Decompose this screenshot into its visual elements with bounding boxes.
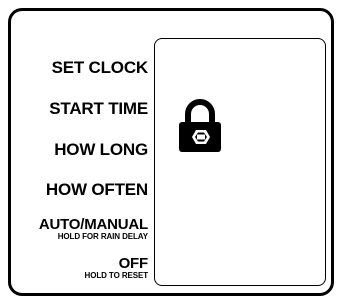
mode-labels: SET CLOCK START TIME HOW LONG HOW OFTEN … [0,0,148,308]
mode-off[interactable]: OFF HOLD TO RESET [84,255,149,280]
mode-start-time[interactable]: START TIME [49,99,148,118]
mode-sublabel: HOLD TO RESET [84,271,149,280]
mode-set-clock[interactable]: SET CLOCK [51,58,149,77]
lock-icon [179,99,221,152]
mode-label: SET CLOCK [51,58,149,77]
mode-how-long[interactable]: HOW LONG [54,140,148,159]
mode-label: AUTO/MANUAL [38,216,148,233]
mode-how-often[interactable]: HOW OFTEN [46,180,148,199]
mode-sublabel: HOLD FOR RAIN DELAY [57,232,148,241]
mode-label: OFF [118,255,149,272]
mode-label: HOW OFTEN [45,180,148,199]
mode-label: HOW LONG [54,140,148,159]
mode-label: START TIME [49,99,148,118]
mode-auto-manual[interactable]: AUTO/MANUAL HOLD FOR RAIN DELAY [39,217,148,241]
lcd-display [154,38,326,286]
